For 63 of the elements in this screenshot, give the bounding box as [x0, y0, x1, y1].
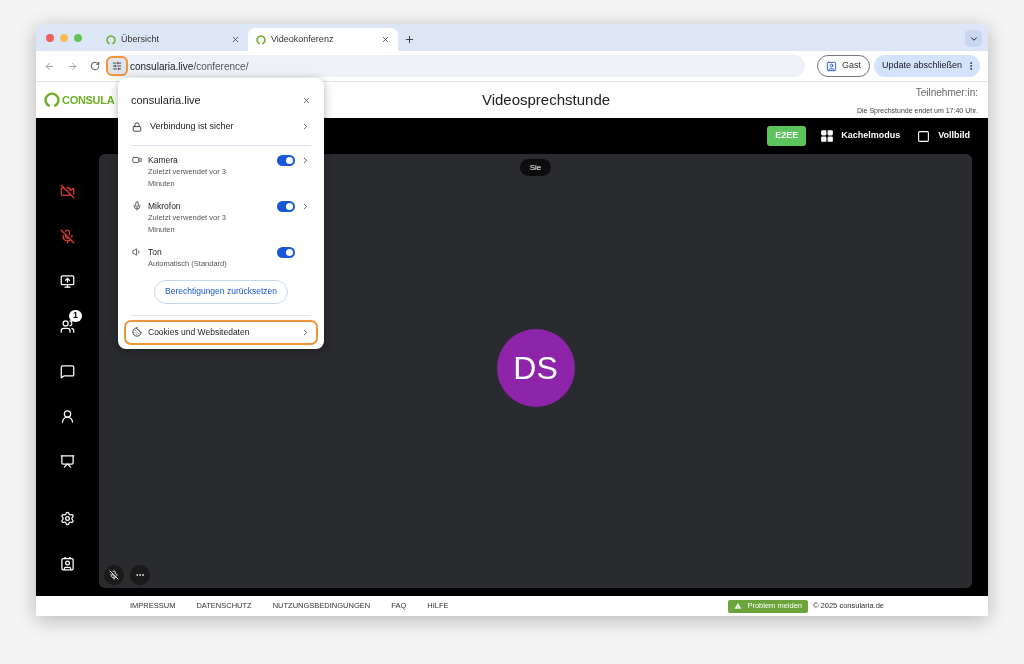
browser-tab[interactable]: Videokonferenz: [248, 28, 398, 51]
site-info-button[interactable]: [106, 56, 128, 76]
camera-icon[interactable]: [60, 184, 75, 199]
permission-name: Kamera: [148, 153, 179, 166]
sound-icon: [132, 246, 142, 257]
popup-title: consularia.live: [131, 93, 201, 108]
tab-title: Übersicht: [121, 32, 160, 46]
fullscreen-button[interactable]: Vollbild: [916, 129, 970, 143]
permission-name: Mikrofon: [148, 199, 182, 212]
permission-name: Ton: [148, 245, 163, 258]
toggle-switch[interactable]: [277, 246, 295, 258]
back-icon[interactable]: [44, 60, 55, 72]
logo-icon: [256, 34, 266, 45]
warning-icon: [734, 602, 743, 610]
chat-icon[interactable]: [60, 364, 75, 379]
logo-icon: [106, 34, 116, 45]
tile-mode-button[interactable]: Kachelmodus: [820, 129, 901, 143]
mic-off-icon: [109, 570, 119, 580]
browser-tab[interactable]: Übersicht: [98, 28, 248, 51]
e2ee-badge: E2EE: [767, 126, 807, 146]
mic-icon: [132, 200, 142, 211]
more-button[interactable]: [130, 565, 150, 585]
grid-icon: [820, 129, 835, 143]
toggle-switch[interactable]: [277, 154, 295, 166]
avatar: DS: [496, 329, 575, 407]
page-title: Videosprechstunde: [481, 89, 611, 110]
connection-item[interactable]: Verbindung ist sicher: [118, 116, 324, 137]
chevron-icon[interactable]: [301, 155, 310, 165]
count-badge: 1: [69, 310, 82, 322]
camera-icon: [132, 154, 142, 165]
screen-icon[interactable]: [60, 274, 75, 289]
mute-button[interactable]: [104, 565, 124, 585]
toggle-switch[interactable]: [277, 200, 295, 212]
waiting-icon[interactable]: [60, 409, 75, 424]
profile-icon: [825, 60, 837, 72]
participants-label: Teilnehmer:in:: [915, 86, 978, 101]
fullscreen-icon: [916, 129, 932, 143]
close-tab-icon[interactable]: [381, 35, 390, 44]
forward-icon[interactable]: [67, 60, 78, 72]
tab-title: Videokonferenz: [271, 32, 335, 46]
chevron-icon: [301, 122, 310, 131]
site-settings-icon: [112, 61, 122, 71]
cookie-icon: [132, 327, 142, 337]
close-tab-icon[interactable]: [231, 35, 240, 44]
settings-icon[interactable]: [60, 511, 75, 526]
update-button[interactable]: Update abschließen: [873, 55, 980, 77]
lock-icon: [132, 121, 142, 132]
logo-icon: [44, 92, 60, 108]
url-text: consularia.live/conference/: [130, 59, 249, 74]
chevron-icon: [301, 327, 310, 337]
reload-icon[interactable]: [90, 61, 100, 71]
switch-icon[interactable]: [60, 556, 75, 571]
self-label: Sie: [519, 159, 552, 176]
close-window-button[interactable]: [46, 33, 54, 42]
close-icon[interactable]: [302, 95, 311, 105]
chevron-icon[interactable]: [301, 201, 310, 211]
participants-icon[interactable]: [60, 319, 75, 334]
logo-text: CONSULA: [62, 92, 115, 108]
new-tab-icon[interactable]: [404, 34, 415, 45]
mic-icon[interactable]: [60, 229, 75, 244]
cookies-item[interactable]: Cookies und Websitedaten: [124, 319, 318, 345]
whiteboard-icon[interactable]: [60, 454, 75, 469]
address-field[interactable]: consularia.live/conference/: [106, 55, 805, 77]
